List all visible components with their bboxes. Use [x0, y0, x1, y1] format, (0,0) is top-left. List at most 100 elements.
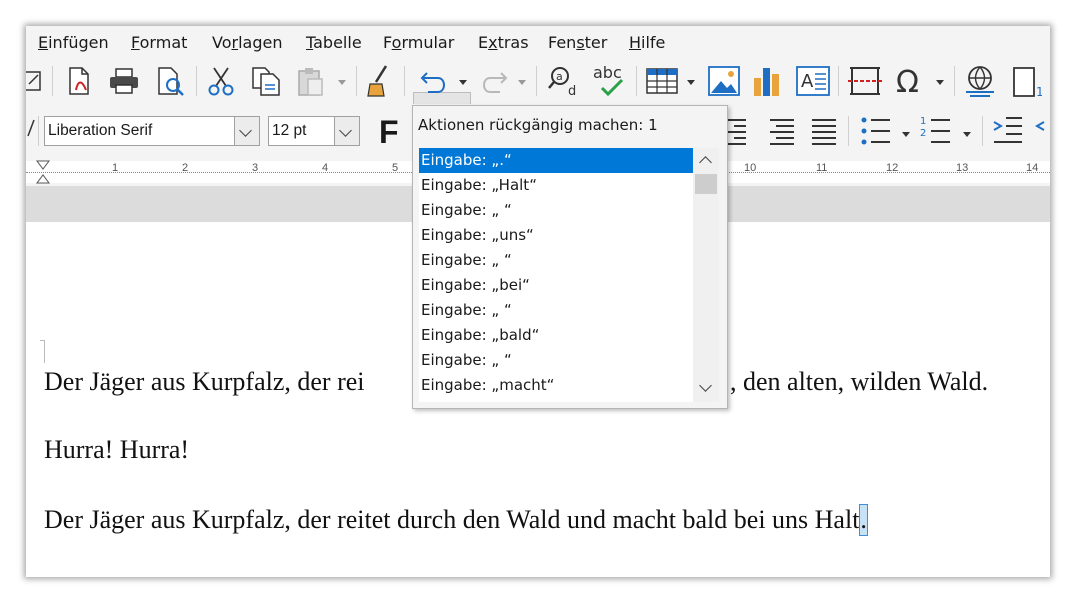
separator: [848, 116, 849, 146]
svg-text:abc: abc: [593, 63, 622, 82]
separator: [838, 66, 839, 96]
ruler-number: 5: [392, 162, 399, 174]
bullet-list-icon[interactable]: [860, 116, 892, 146]
hyperlink-icon[interactable]: [964, 64, 998, 98]
svg-text:1: 1: [920, 116, 926, 127]
cut-icon[interactable]: [206, 66, 236, 96]
svg-text:A: A: [801, 71, 814, 92]
text-boundary-mark: [40, 340, 45, 363]
insert-chart-icon[interactable]: [752, 66, 782, 96]
doc-line-1-left[interactable]: Der Jäger aus Kurpfalz, der rei: [44, 367, 365, 397]
separator: [982, 116, 983, 146]
font-name-dropdown-button[interactable]: [234, 117, 259, 145]
insert-table-icon[interactable]: [646, 68, 678, 94]
scroll-down-icon[interactable]: [699, 379, 712, 392]
font-name-combo[interactable]: Liberation Serif: [44, 116, 260, 146]
menu-fenster[interactable]: Fenster: [548, 33, 607, 52]
separator: [196, 66, 197, 96]
svg-text:1: 1: [1036, 85, 1042, 98]
doc-line-3[interactable]: Der Jäger aus Kurpfalz, der reitet durch…: [44, 504, 868, 536]
export-icon[interactable]: [26, 68, 42, 92]
indent-marker-icon[interactable]: [36, 160, 50, 184]
numbered-list-icon[interactable]: 12: [920, 114, 952, 146]
separator: [536, 66, 537, 96]
menu-tabelle[interactable]: Tabelle: [306, 33, 362, 52]
menu-extras[interactable]: Extras: [478, 33, 529, 52]
find-replace-icon[interactable]: ad: [548, 64, 582, 98]
redo-icon[interactable]: [478, 70, 510, 94]
doc-line-1-right[interactable]: , den alten, wilden Wald.: [730, 367, 988, 397]
font-name-value: Liberation Serif: [48, 122, 153, 139]
menu-vorlagen[interactable]: Vorlagen: [212, 33, 282, 52]
spellcheck-icon[interactable]: abc: [592, 62, 630, 100]
undo-list-item[interactable]: Eingabe: „ “: [419, 348, 693, 373]
paste-dropdown-arrow[interactable]: [338, 80, 346, 85]
separator: [52, 66, 53, 96]
table-dropdown-arrow[interactable]: [687, 80, 695, 85]
undo-popup-title: Aktionen rückgängig machen: 1: [418, 116, 658, 134]
special-character-icon[interactable]: Ω: [894, 64, 928, 98]
numbering-dropdown-arrow[interactable]: [963, 132, 971, 137]
separator: [38, 116, 39, 146]
undo-list-item[interactable]: Eingabe: „uns“: [419, 223, 693, 248]
undo-list-item[interactable]: Eingabe: „bei“: [419, 273, 693, 298]
styles-icon[interactable]: [26, 118, 36, 138]
undo-list-item[interactable]: Eingabe: „ “: [419, 248, 693, 273]
special-character-dropdown-arrow[interactable]: [936, 80, 944, 85]
font-size-combo[interactable]: 12 pt: [268, 116, 360, 146]
bullet-dropdown-arrow[interactable]: [902, 132, 910, 137]
insert-textbox-icon[interactable]: A: [796, 66, 830, 96]
menu-bar: Einfügen Format Vorlagen Tabelle Formula…: [26, 26, 1050, 58]
ruler-number: 2: [182, 162, 189, 174]
increase-indent-icon[interactable]: [992, 116, 1024, 146]
undo-list-scrollbar[interactable]: [693, 148, 719, 402]
undo-list-item[interactable]: Eingabe: „macht“: [419, 373, 693, 398]
undo-icon[interactable]: [418, 70, 450, 94]
decrease-indent-icon[interactable]: [1034, 116, 1050, 146]
menu-einfuegen[interactable]: Einfügen: [38, 33, 109, 52]
undo-list-item[interactable]: Eingabe: „Halt“: [419, 173, 693, 198]
doc-line-2[interactable]: Hurra! Hurra!: [44, 435, 189, 465]
undo-dropdown-arrow[interactable]: [459, 80, 467, 85]
selected-period[interactable]: .: [859, 504, 868, 536]
footnote-icon[interactable]: 1: [1012, 66, 1042, 98]
font-size-value: 12 pt: [272, 122, 307, 139]
menu-formular[interactable]: Formular: [383, 33, 454, 52]
ruler-number: 12: [886, 162, 899, 174]
print-preview-icon[interactable]: [156, 66, 186, 96]
undo-action-list[interactable]: Eingabe: „.“ Eingabe: „Halt“ Eingabe: „ …: [419, 148, 719, 402]
svg-text:Ω: Ω: [896, 65, 919, 98]
insert-image-icon[interactable]: [708, 66, 740, 96]
ruler-number: 4: [322, 162, 329, 174]
clone-formatting-icon[interactable]: [366, 64, 394, 98]
justify-icon[interactable]: [810, 118, 838, 146]
separator: [954, 66, 955, 96]
separator: [356, 66, 357, 96]
undo-list-item[interactable]: Eingabe: „bald“: [419, 323, 693, 348]
font-size-dropdown-button[interactable]: [334, 117, 359, 145]
paste-icon[interactable]: [296, 66, 326, 98]
writer-window: Einfügen Format Vorlagen Tabelle Formula…: [26, 26, 1050, 577]
menu-hilfe[interactable]: Hilfe: [629, 33, 665, 52]
scroll-up-icon[interactable]: [699, 156, 712, 169]
print-icon[interactable]: [108, 68, 140, 94]
undo-list-item[interactable]: Eingabe: „.“: [419, 148, 693, 173]
ruler-number: 10: [744, 162, 757, 174]
svg-text:d: d: [568, 84, 576, 98]
export-pdf-icon[interactable]: [66, 66, 92, 96]
menu-format[interactable]: Format: [131, 33, 187, 52]
align-center-icon[interactable]: [768, 118, 796, 146]
scroll-thumb[interactable]: [695, 174, 717, 194]
svg-text:2: 2: [920, 128, 926, 139]
undo-list-item[interactable]: Eingabe: „ “: [419, 298, 693, 323]
copy-icon[interactable]: [251, 66, 283, 96]
undo-popup: Aktionen rückgängig machen: 1 Eingabe: „…: [412, 105, 728, 409]
redo-dropdown-arrow[interactable]: [518, 80, 526, 85]
undo-list-item[interactable]: Eingabe: „ “: [419, 198, 693, 223]
page-break-icon[interactable]: [848, 66, 882, 96]
bold-button[interactable]: F: [379, 114, 399, 151]
doc-line-3-text: Der Jäger aus Kurpfalz, der reitet durch…: [44, 505, 860, 534]
align-right-icon[interactable]: [726, 118, 748, 146]
separator: [404, 66, 405, 96]
svg-text:a: a: [556, 70, 563, 83]
